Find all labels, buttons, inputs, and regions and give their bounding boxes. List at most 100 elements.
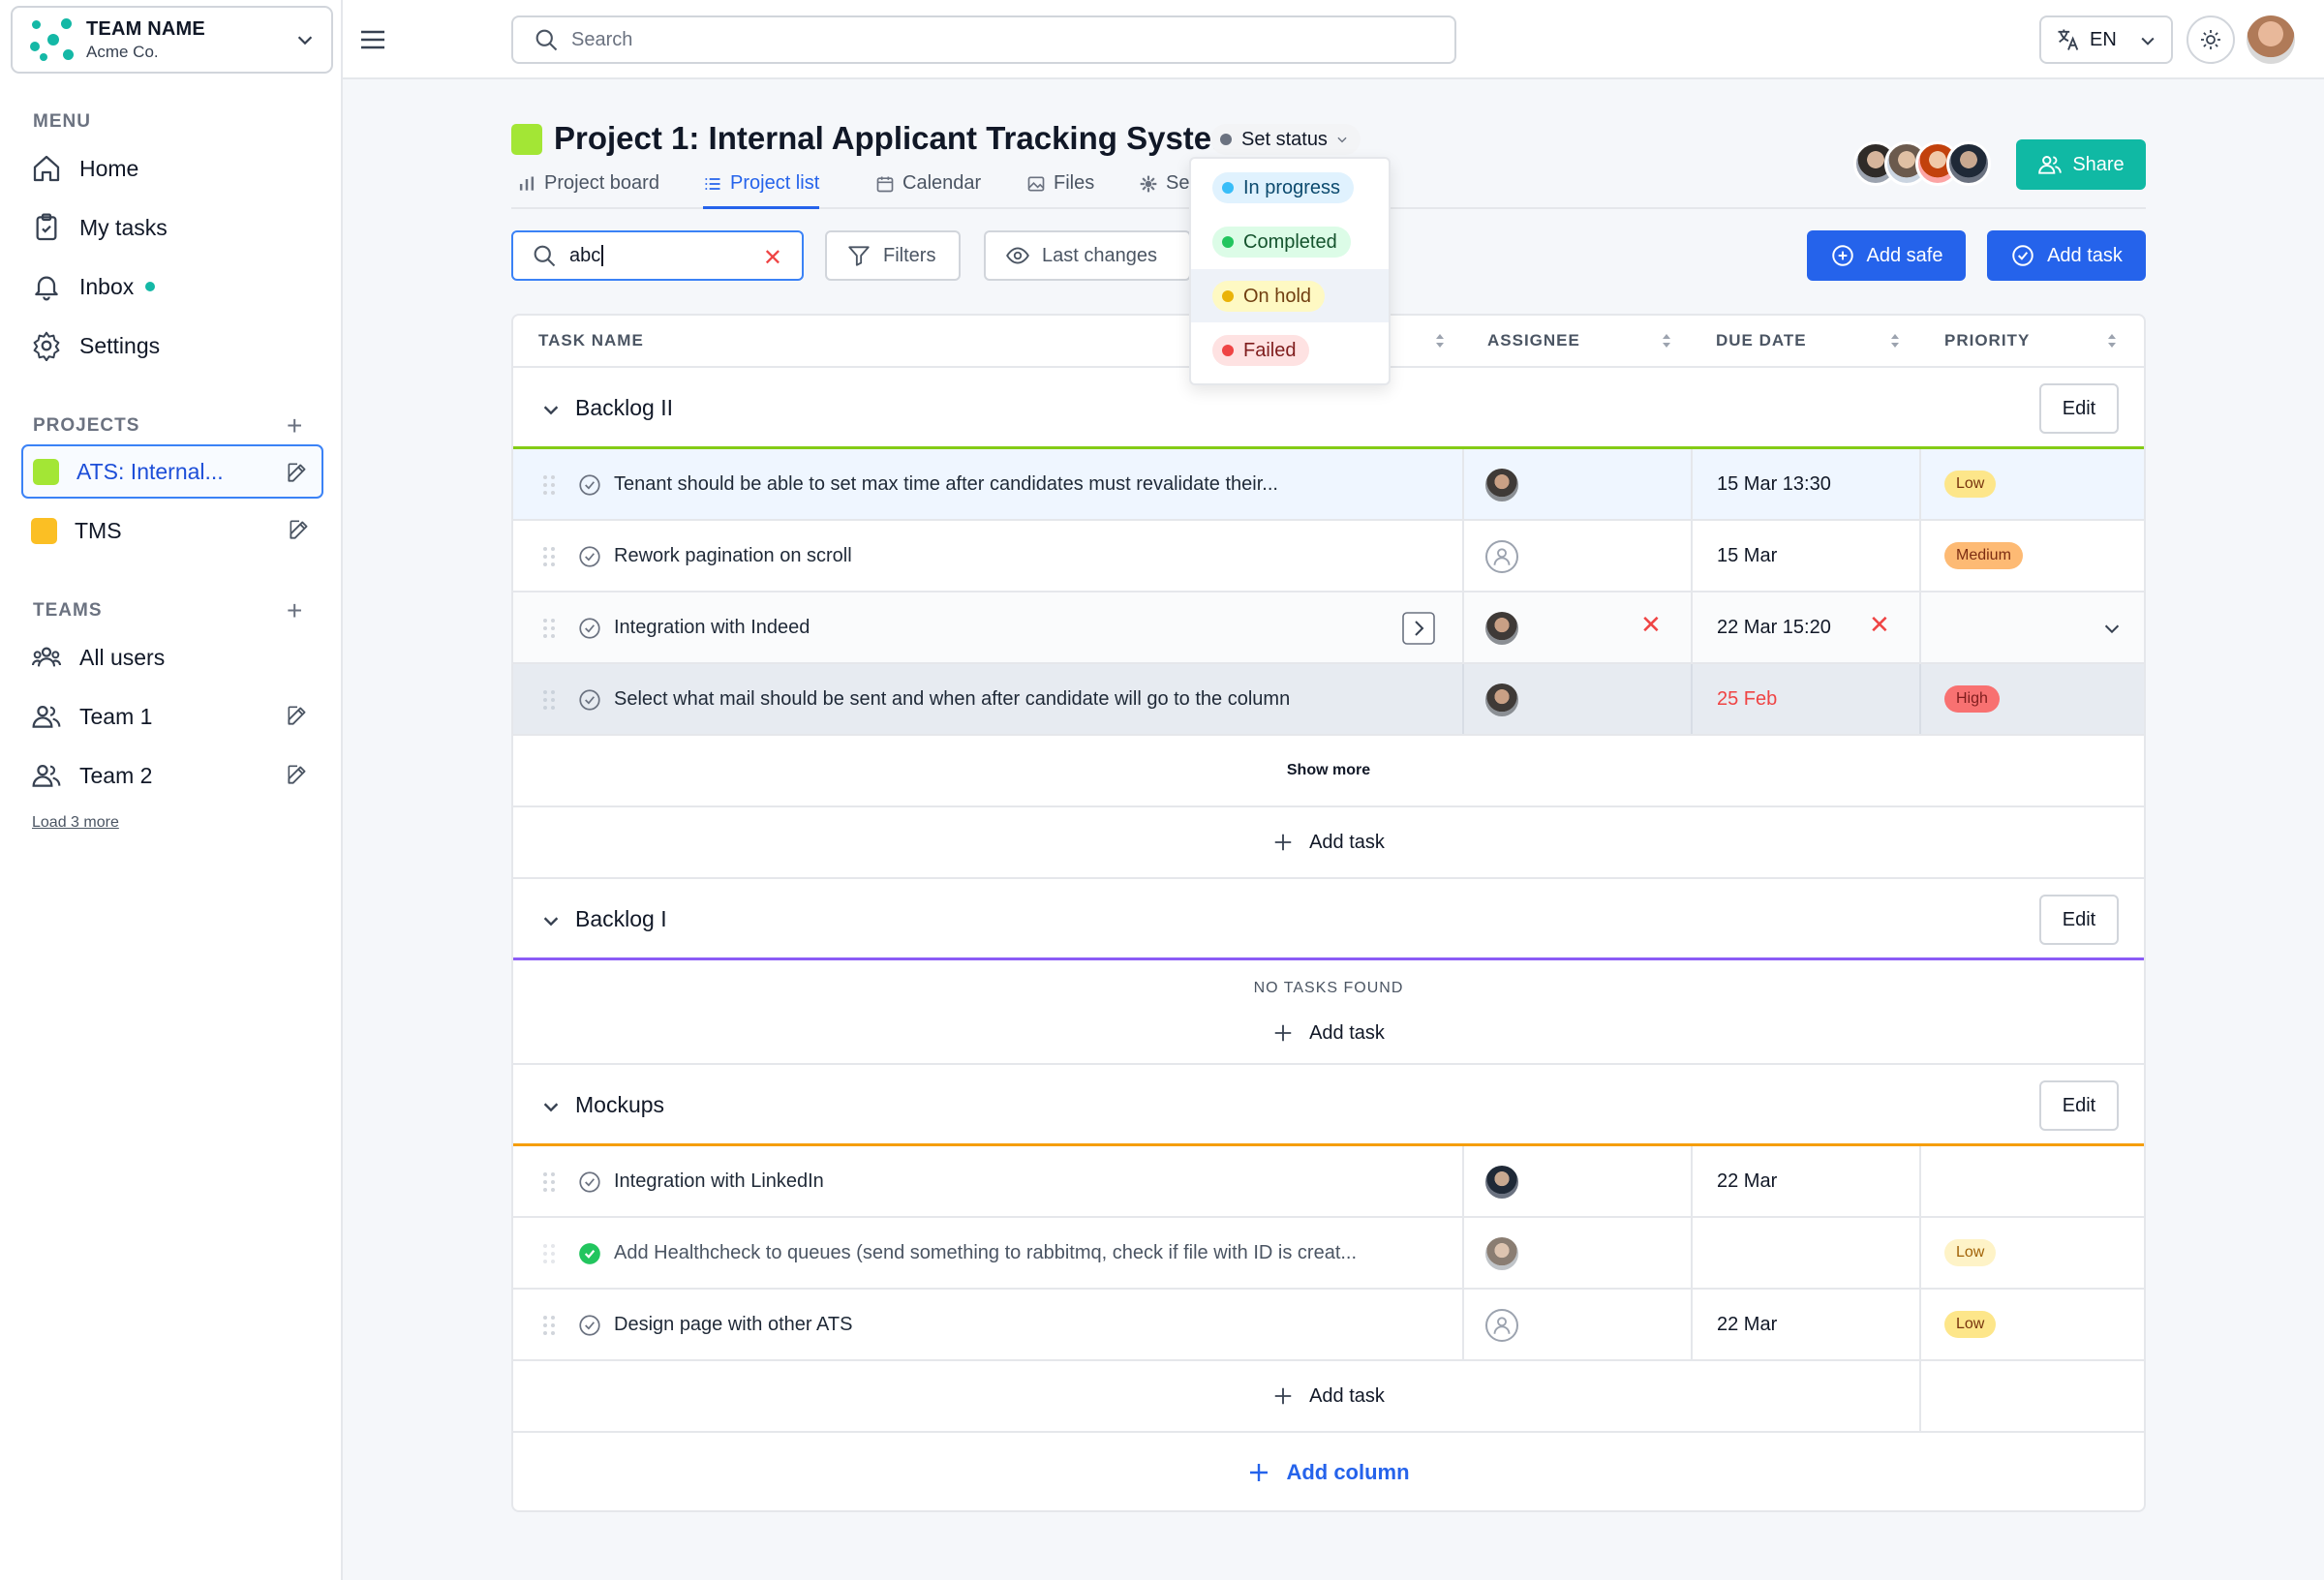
chevron-down-icon[interactable] bbox=[540, 1096, 562, 1117]
sidebar-item-team-2[interactable]: Team 2 bbox=[31, 756, 312, 795]
task-name[interactable]: Integration with Indeed bbox=[614, 617, 810, 639]
status-option-in-progress[interactable]: In progress bbox=[1191, 161, 1389, 214]
search-input[interactable]: Search bbox=[511, 15, 1456, 64]
nav-home[interactable]: Home bbox=[31, 149, 138, 188]
language-select[interactable]: EN bbox=[2039, 15, 2173, 64]
edit-icon[interactable] bbox=[287, 517, 312, 542]
edit-group-button[interactable]: Edit bbox=[2039, 895, 2119, 945]
nav-my-tasks[interactable]: My tasks bbox=[31, 208, 168, 247]
add-task-row-button[interactable]: Add task bbox=[513, 1361, 2144, 1433]
column-header-due-date[interactable]: DUE DATE bbox=[1716, 331, 1807, 350]
tab-calendar[interactable]: Calendar bbox=[875, 172, 981, 209]
chevron-down-icon[interactable] bbox=[2101, 618, 2123, 639]
tab-files[interactable]: Files bbox=[1026, 172, 1094, 209]
nav-settings[interactable]: Settings bbox=[31, 326, 160, 365]
priority-badge[interactable]: Low bbox=[1944, 1239, 1997, 1266]
sidebar-project-ats[interactable]: ATS: Internal... bbox=[21, 444, 323, 499]
check-circle-icon[interactable] bbox=[577, 1170, 602, 1195]
task-name[interactable]: Integration with LinkedIn bbox=[614, 1170, 824, 1193]
priority-badge[interactable]: Low bbox=[1944, 471, 1997, 498]
table-row[interactable]: Integration with Indeed ✕ 22 Mar 15:20 ✕ bbox=[513, 592, 2144, 664]
clear-due-date-icon[interactable]: ✕ bbox=[1869, 610, 1890, 640]
unassigned-user-icon[interactable] bbox=[1485, 540, 1518, 573]
drag-handle-icon[interactable] bbox=[542, 474, 556, 496]
nav-inbox[interactable]: Inbox bbox=[31, 267, 156, 306]
sort-icon[interactable] bbox=[1888, 330, 1902, 351]
priority-badge[interactable]: Medium bbox=[1944, 542, 2023, 569]
status-option-completed[interactable]: Completed bbox=[1191, 215, 1389, 268]
edit-group-button[interactable]: Edit bbox=[2039, 1080, 2119, 1131]
check-circle-icon[interactable] bbox=[577, 616, 602, 641]
user-avatar[interactable] bbox=[2247, 15, 2295, 64]
drag-handle-icon[interactable] bbox=[542, 546, 556, 567]
column-header-task-name[interactable]: TASK NAME bbox=[538, 331, 644, 350]
last-changes-button[interactable]: Last changes bbox=[984, 230, 1191, 281]
sort-icon[interactable] bbox=[2105, 330, 2119, 351]
theme-toggle-button[interactable] bbox=[2186, 15, 2235, 64]
team-switcher[interactable]: TEAM NAME Acme Co. bbox=[11, 6, 333, 74]
check-circle-icon[interactable] bbox=[577, 472, 602, 498]
column-header-assignee[interactable]: ASSIGNEE bbox=[1487, 331, 1580, 350]
remove-assignee-icon[interactable]: ✕ bbox=[1640, 610, 1662, 640]
due-date[interactable]: 15 Mar bbox=[1717, 545, 1777, 567]
add-task-button[interactable]: Add task bbox=[1987, 230, 2146, 281]
task-search-input[interactable]: abc ✕ bbox=[511, 230, 804, 281]
sidebar-item-all-users[interactable]: All users bbox=[31, 638, 165, 677]
sidebar-project-tms[interactable]: TMS bbox=[21, 503, 323, 558]
edit-icon[interactable] bbox=[285, 460, 310, 485]
due-date-overdue[interactable]: 25 Feb bbox=[1717, 688, 1777, 711]
set-status-button[interactable]: Set status bbox=[1210, 124, 1361, 155]
task-name[interactable]: Rework pagination on scroll bbox=[614, 545, 852, 567]
member-avatar[interactable] bbox=[1946, 141, 1991, 186]
edit-icon[interactable] bbox=[285, 762, 310, 787]
task-name[interactable]: Select what mail should be sent and when… bbox=[614, 688, 1290, 711]
clear-search-icon[interactable]: ✕ bbox=[763, 244, 782, 272]
sort-icon[interactable] bbox=[1433, 330, 1447, 351]
check-circle-icon[interactable] bbox=[577, 1313, 602, 1338]
due-date[interactable]: 22 Mar bbox=[1717, 1170, 1777, 1193]
edit-icon[interactable] bbox=[285, 703, 310, 728]
open-task-icon[interactable] bbox=[1402, 612, 1435, 645]
tab-project-board[interactable]: Project board bbox=[517, 172, 659, 209]
due-date[interactable]: 15 Mar 13:30 bbox=[1717, 473, 1831, 496]
drag-handle-icon[interactable] bbox=[542, 1171, 556, 1193]
assignee-avatar[interactable] bbox=[1485, 469, 1518, 501]
drag-handle-icon[interactable] bbox=[542, 618, 556, 639]
task-name[interactable]: Design page with other ATS bbox=[614, 1314, 852, 1336]
unassigned-user-icon[interactable] bbox=[1485, 1309, 1518, 1342]
table-row[interactable]: Design page with other ATS 22 Mar Low bbox=[513, 1290, 2144, 1361]
due-date[interactable]: 22 Mar 15:20 bbox=[1717, 617, 1831, 639]
drag-handle-icon[interactable] bbox=[542, 1315, 556, 1336]
priority-badge[interactable]: Low bbox=[1944, 1311, 1997, 1338]
add-team-button[interactable]: + bbox=[287, 597, 302, 624]
hamburger-menu-icon[interactable] bbox=[358, 27, 387, 52]
status-option-on-hold[interactable]: On hold bbox=[1191, 269, 1389, 322]
priority-badge[interactable]: High bbox=[1944, 685, 2000, 713]
task-name[interactable]: Tenant should be able to set max time af… bbox=[614, 473, 1278, 496]
chevron-down-icon[interactable] bbox=[540, 910, 562, 931]
tab-project-list[interactable]: Project list bbox=[703, 172, 820, 209]
status-option-failed[interactable]: Failed bbox=[1191, 323, 1389, 377]
chevron-down-icon[interactable] bbox=[540, 399, 562, 420]
assignee-avatar[interactable] bbox=[1485, 612, 1518, 645]
task-name[interactable]: Add Healthcheck to queues (send somethin… bbox=[614, 1242, 1357, 1264]
add-task-row-button[interactable]: Add task bbox=[513, 1003, 2144, 1065]
table-row[interactable]: Tenant should be able to set max time af… bbox=[513, 449, 2144, 521]
add-project-button[interactable]: + bbox=[287, 412, 302, 440]
add-column-button[interactable]: Add column bbox=[513, 1433, 2144, 1510]
add-safe-button[interactable]: Add safe bbox=[1807, 230, 1966, 281]
sort-icon[interactable] bbox=[1660, 330, 1673, 351]
edit-group-button[interactable]: Edit bbox=[2039, 383, 2119, 434]
sidebar-item-team-1[interactable]: Team 1 bbox=[31, 697, 312, 736]
due-date[interactable]: 22 Mar bbox=[1717, 1314, 1777, 1336]
check-circle-icon[interactable] bbox=[577, 687, 602, 713]
filters-button[interactable]: Filters bbox=[825, 230, 961, 281]
assignee-avatar[interactable] bbox=[1485, 1166, 1518, 1199]
column-header-priority[interactable]: PRIORITY bbox=[1944, 331, 2030, 350]
show-more-button[interactable]: Show more bbox=[513, 736, 2144, 807]
tab-settings[interactable]: Set bbox=[1139, 172, 1195, 209]
add-task-row-button[interactable]: Add task bbox=[513, 807, 2144, 879]
assignee-avatar[interactable] bbox=[1485, 1237, 1518, 1270]
load-more-link[interactable]: Load 3 more bbox=[32, 814, 119, 832]
drag-handle-icon[interactable] bbox=[542, 689, 556, 711]
